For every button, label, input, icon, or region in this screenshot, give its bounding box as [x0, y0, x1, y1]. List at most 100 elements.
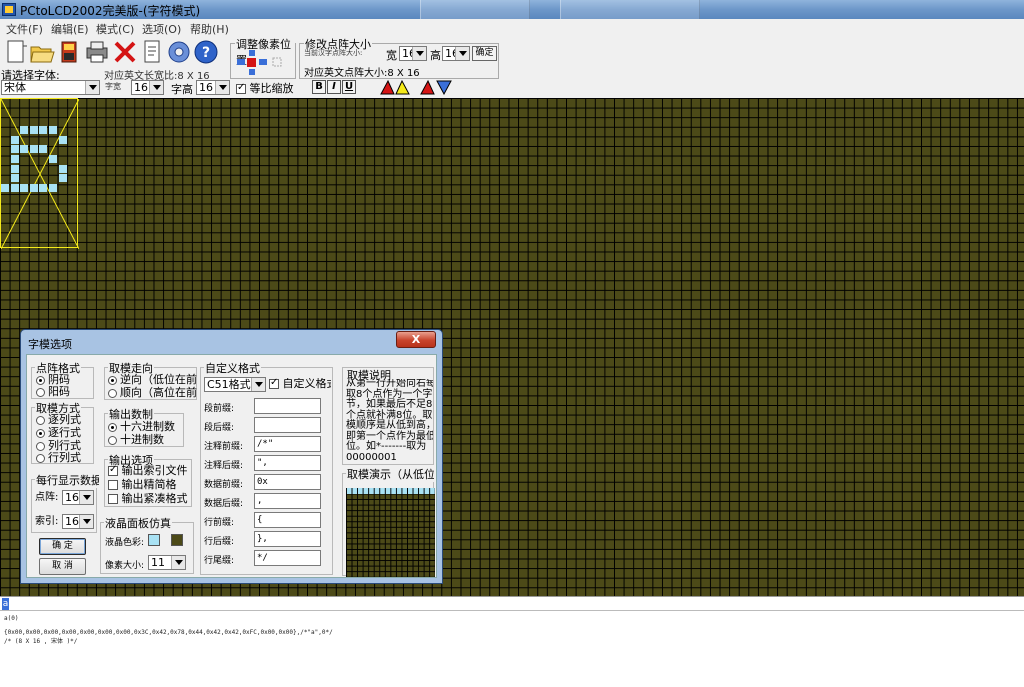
custom-format-title: 自定义格式 — [204, 360, 261, 376]
modify-size-button[interactable]: 确定 — [472, 46, 497, 61]
open-folder-icon[interactable] — [29, 38, 55, 66]
delete-icon[interactable] — [112, 38, 138, 66]
description-text: 从第一行开始向右每取8个点作为一个字节，如果最后不足8个点就补满8位。取模顺序是… — [346, 379, 434, 463]
radio-button[interactable] — [36, 375, 45, 385]
chevron-down-icon[interactable] — [79, 515, 93, 528]
format-field-input[interactable]: 0x — [254, 474, 321, 490]
print-icon[interactable] — [84, 38, 110, 66]
chevron-down-icon[interactable] — [171, 556, 185, 569]
check-index-file[interactable]: 输出索引文件 — [108, 464, 188, 477]
height-select[interactable]: 16 — [442, 46, 470, 61]
output-panel[interactable]: a a(0) {0x00,0x00,0x00,0x00,0x00,0x00,0x… — [0, 596, 1024, 687]
flip-horizontal-icon[interactable] — [380, 79, 410, 95]
chevron-down-icon[interactable] — [412, 47, 426, 60]
lcd-background-color-swatch[interactable] — [171, 534, 183, 546]
format-field-input[interactable]: ", — [254, 455, 321, 471]
format-field-input[interactable]: { — [254, 512, 321, 528]
pixel-size-label: 像素大小: — [105, 561, 145, 571]
radio-row-column[interactable]: 行列式 — [36, 452, 81, 464]
menu-options[interactable]: 选项(O) — [142, 21, 181, 37]
chevron-down-icon[interactable] — [251, 378, 265, 391]
output-line-data: {0x00,0x00,0x00,0x00,0x00,0x00,0x00,0x3C… — [4, 629, 333, 636]
ok-button[interactable]: 确 定 — [39, 538, 86, 555]
chevron-down-icon[interactable] — [79, 491, 93, 504]
chevron-down-icon[interactable] — [455, 47, 469, 60]
radio-reverse[interactable]: 逆向（低位在前 — [108, 374, 197, 386]
radio-button[interactable] — [108, 435, 117, 445]
index-count-select[interactable]: 16 — [62, 514, 94, 529]
radio-button[interactable] — [36, 415, 45, 425]
menu-edit[interactable]: 编辑(E) — [51, 21, 89, 37]
scan-description-group: 取模说明 从第一行开始向右每取8个点作为一个字节，如果最后不足8个点就补满8位。… — [342, 367, 434, 465]
dialog-client: 点阵格式 阴码 阳码 取模方式 逐列式 逐行式 列行式 行列式 每行显示数据 点… — [26, 354, 437, 578]
radio-yangma[interactable]: 阳码 — [36, 386, 70, 398]
checkbox[interactable] — [108, 494, 118, 504]
format-field-input[interactable]: */ — [254, 550, 321, 566]
glyph-pixel — [58, 174, 67, 183]
radio-forward[interactable]: 顺向（高位在前 — [108, 387, 197, 399]
radio-hex[interactable]: 十六进制数 — [108, 421, 175, 433]
bold-button[interactable]: B — [312, 80, 326, 94]
menu-mode[interactable]: 模式(C) — [96, 21, 134, 37]
check-tight[interactable]: 输出紧凑格式 — [108, 493, 188, 505]
glyph-pixel — [39, 126, 48, 135]
input-line[interactable]: a — [0, 597, 1024, 611]
radio-button[interactable] — [36, 441, 45, 451]
document-icon[interactable] — [139, 38, 165, 66]
custom-format-toggle[interactable]: 自定义格式 — [269, 378, 331, 390]
checkbox-label: 输出索引文件 — [121, 464, 188, 477]
proportional-scale[interactable]: 等比缩放 — [236, 80, 294, 96]
radio-column[interactable]: 逐列式 — [36, 414, 81, 426]
width-select[interactable]: 16 — [399, 46, 427, 61]
char-width-select[interactable]: 16 — [131, 80, 164, 95]
underline-button[interactable]: U — [342, 80, 356, 94]
chevron-down-icon[interactable] — [215, 81, 229, 94]
chevron-down-icon[interactable] — [85, 81, 99, 94]
proportional-checkbox[interactable] — [236, 82, 246, 94]
format-field-input[interactable]: , — [254, 493, 321, 509]
radio-button[interactable] — [108, 375, 117, 385]
check-compact[interactable]: 输出精简格 — [108, 479, 177, 491]
settings-gear-icon[interactable] — [166, 38, 192, 66]
help-icon[interactable]: ? — [193, 38, 219, 66]
radio-dec[interactable]: 十进制数 — [108, 434, 164, 446]
arrow-pad-icon[interactable] — [235, 50, 289, 76]
format-field-input[interactable] — [254, 417, 321, 433]
radio-row[interactable]: 逐行式 — [36, 427, 81, 439]
index-count-label: 索引: — [35, 516, 59, 527]
dot-count-select[interactable]: 16 — [62, 490, 94, 505]
close-button[interactable]: X — [396, 331, 436, 348]
new-file-icon[interactable] — [3, 38, 29, 66]
font-options-dialog: 字模选项 X 点阵格式 阴码 阳码 取模方式 逐列式 逐行式 列行式 行列式 每… — [20, 329, 443, 584]
format-field-label: 数据前缀: — [204, 480, 244, 490]
radio-button[interactable] — [108, 388, 117, 398]
save-icon[interactable] — [56, 38, 82, 66]
format-field-input[interactable] — [254, 398, 321, 414]
radio-button[interactable] — [36, 428, 45, 438]
format-field-input[interactable]: /*" — [254, 436, 321, 452]
font-select[interactable]: 宋体 — [1, 80, 100, 95]
radio-button[interactable] — [36, 387, 45, 397]
lcd-pixel-color-swatch[interactable] — [148, 534, 160, 546]
selected-char[interactable]: a — [2, 598, 9, 610]
format-field-label: 数据后缀: — [204, 499, 244, 509]
demo-scanned-row — [346, 488, 435, 494]
radio-label: 顺向（高位在前 — [120, 386, 197, 399]
checkbox[interactable] — [269, 378, 279, 389]
menu-file[interactable]: 文件(F) — [6, 21, 43, 37]
char-height-select[interactable]: 16 — [196, 80, 230, 95]
flip-vertical-icon[interactable] — [420, 79, 452, 95]
format-preset-select[interactable]: C51格式 — [204, 377, 266, 392]
checkbox[interactable] — [108, 480, 118, 490]
cancel-button[interactable]: 取 消 — [39, 558, 86, 575]
dot-count-value: 16 — [65, 491, 79, 504]
radio-label: 逆向（低位在前 — [120, 373, 197, 386]
chevron-down-icon[interactable] — [149, 81, 163, 94]
pixel-size-select[interactable]: 11 — [148, 555, 186, 570]
checkbox[interactable] — [108, 464, 118, 476]
radio-button[interactable] — [108, 422, 117, 432]
menu-help[interactable]: 帮助(H) — [190, 21, 229, 37]
format-field-input[interactable]: }, — [254, 531, 321, 547]
italic-button[interactable]: I — [327, 80, 341, 94]
radio-button[interactable] — [36, 453, 45, 463]
